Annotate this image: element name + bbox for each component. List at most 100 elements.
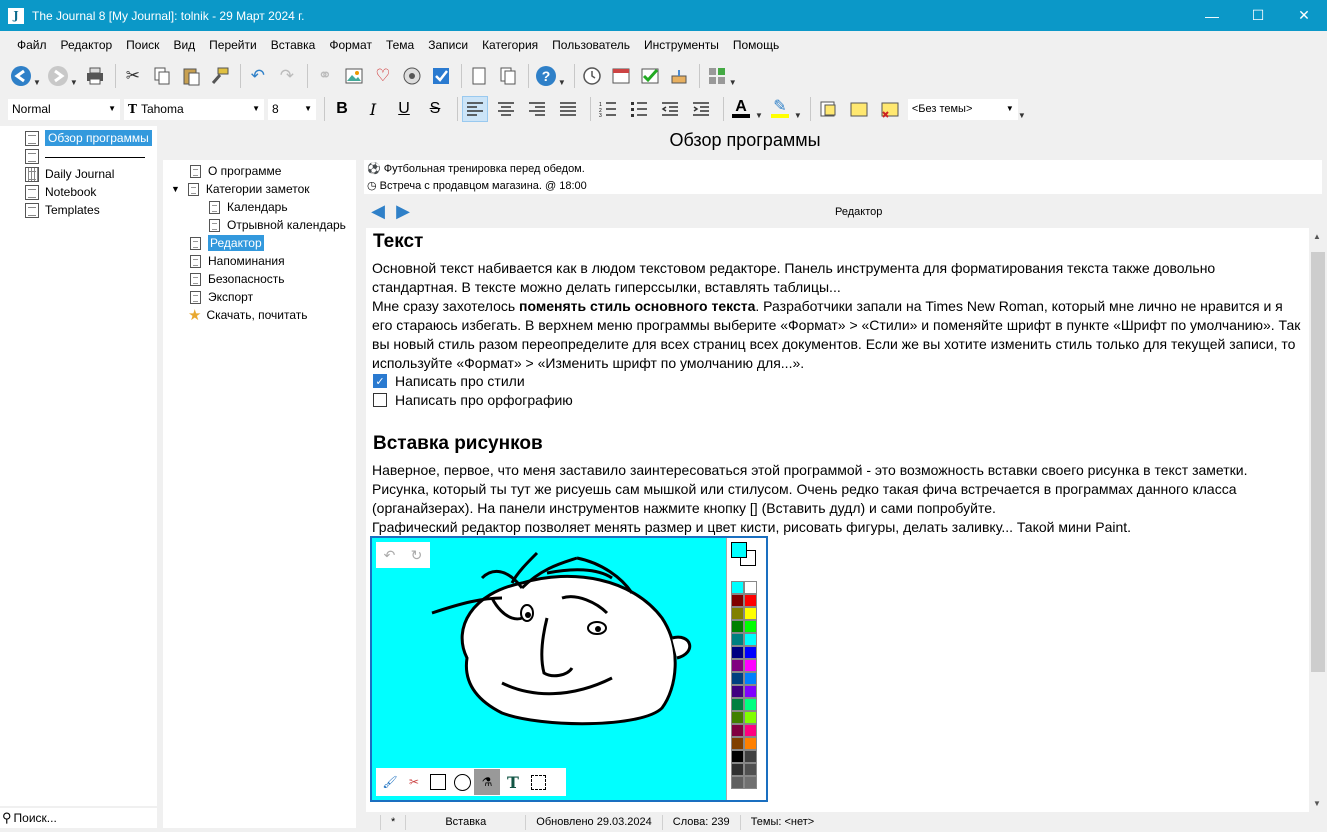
print-icon[interactable] xyxy=(82,63,108,89)
menu-go[interactable]: Перейти xyxy=(202,35,264,55)
format-painter-icon[interactable] xyxy=(207,63,233,89)
palette-color-swatch[interactable] xyxy=(744,685,757,698)
style-select[interactable]: Normal ▼ xyxy=(8,98,120,120)
palette-color-swatch[interactable] xyxy=(744,776,757,789)
align-center-icon[interactable] xyxy=(493,96,519,122)
todo-checkbox[interactable]: Написать про орфографию xyxy=(373,392,573,408)
font-select[interactable]: T Tahoma ▼ xyxy=(124,98,264,120)
strikethrough-icon[interactable]: S xyxy=(422,96,448,122)
close-button[interactable]: ✕ xyxy=(1281,0,1327,31)
bullet-list-icon[interactable] xyxy=(626,96,652,122)
align-justify-icon[interactable] xyxy=(555,96,581,122)
tree-item-editor[interactable]: Редактор xyxy=(190,234,264,252)
birthday-icon[interactable] xyxy=(666,63,692,89)
bold-icon[interactable]: B xyxy=(329,96,355,122)
align-right-icon[interactable] xyxy=(524,96,550,122)
palette-color-swatch[interactable] xyxy=(744,737,757,750)
brush-icon[interactable]: 🖌 xyxy=(378,775,402,789)
scroll-thumb[interactable] xyxy=(1311,252,1325,672)
menu-file[interactable]: Файл xyxy=(10,35,54,55)
journal-item-notebook[interactable]: Notebook xyxy=(25,183,96,201)
chevron-down-icon[interactable]: ▼ xyxy=(794,111,802,120)
vertical-scrollbar[interactable]: ▲ ▼ xyxy=(1310,228,1326,812)
menu-entries[interactable]: Записи xyxy=(421,35,475,55)
menu-help[interactable]: Помощь xyxy=(726,35,786,55)
palette-color-swatch[interactable] xyxy=(731,776,744,789)
palette-color-swatch[interactable] xyxy=(744,750,757,763)
palette-color-swatch[interactable] xyxy=(744,594,757,607)
menu-tools[interactable]: Инструменты xyxy=(637,35,726,55)
palette-color-swatch[interactable] xyxy=(744,633,757,646)
menu-topic[interactable]: Тема xyxy=(379,35,421,55)
scroll-up-icon[interactable]: ▲ xyxy=(1313,232,1321,241)
numbered-list-icon[interactable]: 123 xyxy=(595,96,621,122)
palette-color-swatch[interactable] xyxy=(731,581,744,594)
chevron-down-icon[interactable]: ▼ xyxy=(1018,111,1026,120)
palette-color-swatch[interactable] xyxy=(744,646,757,659)
menu-search[interactable]: Поиск xyxy=(119,35,166,55)
palette-color-swatch[interactable] xyxy=(731,737,744,750)
chevron-down-icon[interactable]: ▼ xyxy=(33,78,41,87)
plugins-icon[interactable] xyxy=(704,63,730,89)
paste-icon[interactable] xyxy=(178,63,204,89)
link-icon[interactable]: ⚭ xyxy=(312,63,338,89)
cut-icon[interactable]: ✂ xyxy=(120,63,146,89)
audio-icon[interactable] xyxy=(399,63,425,89)
chevron-down-icon[interactable]: ▼ xyxy=(558,78,566,87)
eraser-icon[interactable]: ✂ xyxy=(402,775,426,789)
palette-color-swatch[interactable] xyxy=(744,607,757,620)
tree-item-download[interactable]: ★ Скачать, почитать xyxy=(188,306,308,324)
tree-item-categories[interactable]: ▼ Категории заметок xyxy=(171,180,310,198)
palette-color-swatch[interactable] xyxy=(731,698,744,711)
image-icon[interactable] xyxy=(341,63,367,89)
maximize-button[interactable]: ☐ xyxy=(1235,0,1281,31)
palette-color-swatch[interactable] xyxy=(731,672,744,685)
menu-format[interactable]: Формат xyxy=(322,35,379,55)
sticky-note-icon[interactable] xyxy=(846,96,872,122)
palette-color-swatch[interactable] xyxy=(731,633,744,646)
chevron-down-icon[interactable]: ▼ xyxy=(755,111,763,120)
align-left-icon[interactable] xyxy=(462,96,488,122)
undo-icon[interactable]: ↶ xyxy=(384,547,396,564)
palette-color-swatch[interactable] xyxy=(731,594,744,607)
palette-color-swatch[interactable] xyxy=(744,672,757,685)
redo-icon[interactable]: ↷ xyxy=(274,63,300,89)
underline-icon[interactable]: U xyxy=(391,96,417,122)
tasks-icon[interactable] xyxy=(637,63,663,89)
highlight-icon[interactable]: ✎ xyxy=(767,96,793,122)
journal-item-daily[interactable]: Daily Journal xyxy=(25,165,114,183)
outdent-icon[interactable] xyxy=(657,96,683,122)
journal-item-blank[interactable] xyxy=(25,147,145,165)
palette-color-swatch[interactable] xyxy=(744,724,757,737)
chevron-down-icon[interactable]: ▼ xyxy=(70,78,78,87)
doodle-icon[interactable]: ♡ xyxy=(370,63,396,89)
new-subpage-icon[interactable] xyxy=(495,63,521,89)
todo-checkbox[interactable]: ✓ Написать про стили xyxy=(373,373,525,389)
collapse-arrow-icon[interactable]: ▼ xyxy=(171,184,180,194)
minimize-button[interactable]: — xyxy=(1189,0,1235,31)
palette-color-swatch[interactable] xyxy=(744,659,757,672)
tree-item-reminders[interactable]: Напоминания xyxy=(190,252,285,270)
topic-select[interactable]: <Без темы> ▼ xyxy=(907,98,1018,120)
calendar-icon[interactable] xyxy=(608,63,634,89)
next-entry-icon[interactable]: ▶ xyxy=(392,201,414,222)
palette-color-swatch[interactable] xyxy=(731,685,744,698)
checkbox-unchecked[interactable] xyxy=(373,393,387,407)
reminder-item[interactable]: ◷ Встреча с продавцом магазина. @ 18:00 xyxy=(364,177,1322,194)
ellipse-icon[interactable] xyxy=(450,773,474,791)
rectangle-icon[interactable] xyxy=(426,774,450,790)
italic-icon[interactable]: I xyxy=(360,96,386,122)
checkbox-checked[interactable]: ✓ xyxy=(373,374,387,388)
editor-document[interactable]: Текст Основной текст набивается как в лю… xyxy=(366,228,1309,812)
palette-color-swatch[interactable] xyxy=(731,646,744,659)
search-input[interactable]: ⚲ Поиск... xyxy=(0,808,157,828)
text-tool-icon[interactable]: T xyxy=(500,773,526,792)
new-page-icon[interactable] xyxy=(466,63,492,89)
chevron-down-icon[interactable]: ▼ xyxy=(729,78,737,87)
current-colors[interactable] xyxy=(727,538,766,576)
menu-insert[interactable]: Вставка xyxy=(264,35,323,55)
palette-color-swatch[interactable] xyxy=(731,763,744,776)
prev-entry-icon[interactable]: ◀ xyxy=(364,201,392,222)
palette-color-swatch[interactable] xyxy=(744,711,757,724)
menu-category[interactable]: Категория xyxy=(475,35,545,55)
